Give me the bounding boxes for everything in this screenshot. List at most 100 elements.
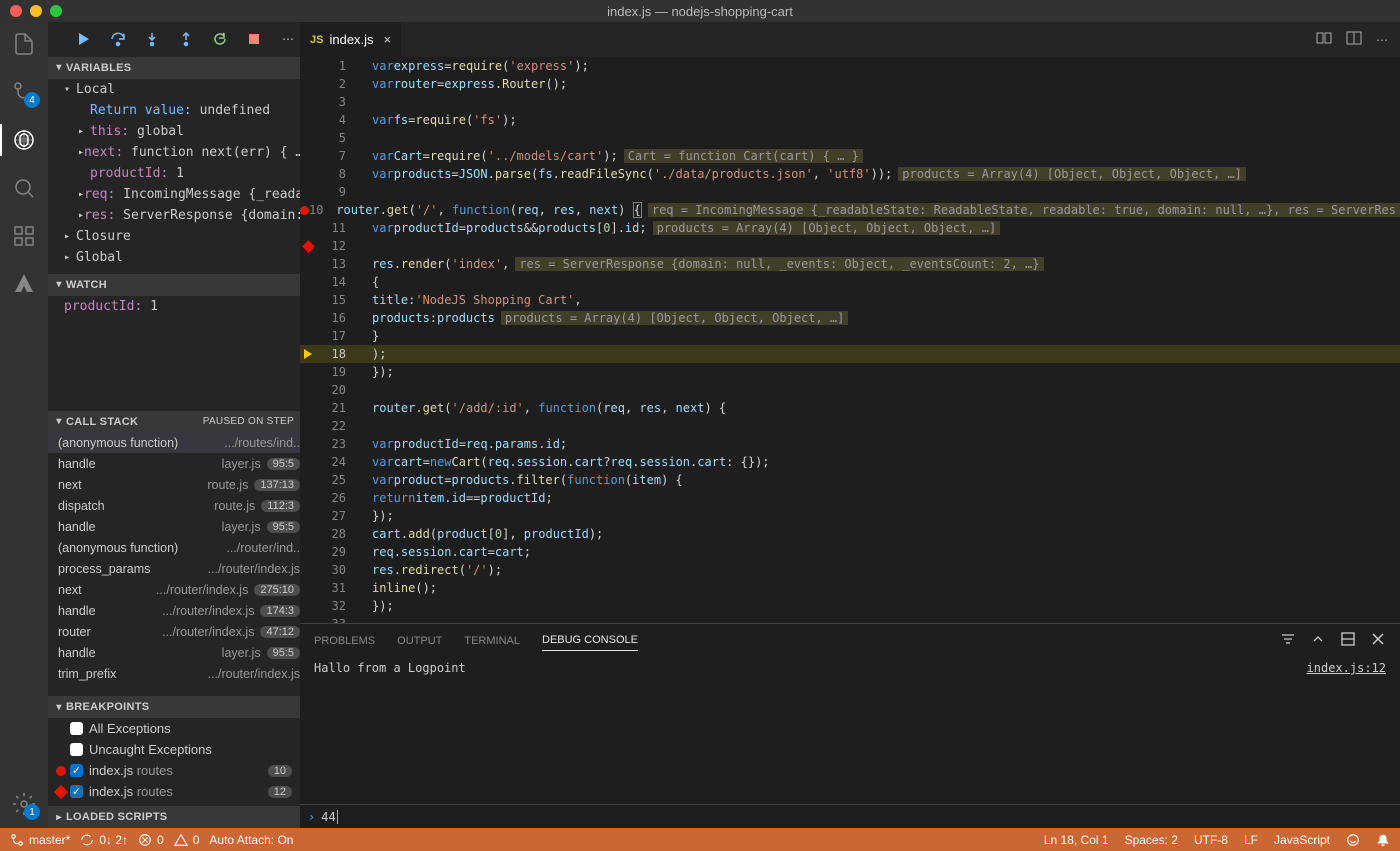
callstack-frame[interactable]: process_params.../router/index.js: [48, 558, 300, 579]
step-into-icon[interactable]: [144, 31, 160, 47]
search-icon[interactable]: [10, 174, 38, 202]
callstack-frame[interactable]: dispatchroute.js112:3: [48, 495, 300, 516]
logpoint-icon: [54, 785, 68, 799]
feedback-icon[interactable]: [1346, 833, 1360, 847]
minimize-window[interactable]: [30, 5, 42, 17]
tab-output[interactable]: Output: [397, 631, 442, 651]
activity-bar: 4 1: [0, 22, 48, 828]
loaded-scripts-header[interactable]: ▸Loaded Scripts: [48, 806, 300, 828]
language-status[interactable]: JavaScript: [1274, 833, 1330, 847]
callstack-title: Call Stack: [66, 416, 138, 428]
chevron-right-icon: ›: [308, 810, 315, 824]
scope-global[interactable]: ▸Global: [48, 247, 300, 268]
tab-label: index.js: [329, 32, 373, 47]
loaded-scripts-title: Loaded Scripts: [66, 811, 167, 823]
status-errors[interactable]: 0: [138, 833, 164, 847]
bell-icon[interactable]: [1376, 833, 1390, 847]
callstack-frame[interactable]: next.../router/index.js275:10: [48, 579, 300, 600]
editor-tabs: JSindex.js× ⋯: [300, 22, 1400, 57]
breakpoints-title: Breakpoints: [66, 701, 149, 713]
bp-uncaught-exceptions[interactable]: Uncaught Exceptions: [48, 739, 300, 760]
variables-header[interactable]: ▾Variables: [48, 57, 300, 79]
git-branch[interactable]: master*: [10, 833, 70, 847]
var-req[interactable]: ▸req: IncomingMessage {_readableSt…: [48, 184, 300, 205]
extensions-icon[interactable]: [10, 222, 38, 250]
scope-closure[interactable]: ▸Closure: [48, 226, 300, 247]
scm-badge: 4: [24, 92, 40, 108]
debug-toolbar: ⋯: [48, 22, 300, 57]
watch-title: Watch: [66, 279, 107, 291]
step-out-icon[interactable]: [178, 31, 194, 47]
filter-icon[interactable]: [1280, 631, 1296, 650]
callstack-frame[interactable]: router.../router/index.js47:12: [48, 621, 300, 642]
debug-repl[interactable]: › 44: [300, 804, 1400, 828]
explorer-icon[interactable]: [10, 30, 38, 58]
close-window[interactable]: [10, 5, 22, 17]
close-icon[interactable]: ×: [384, 32, 392, 47]
callstack-frame[interactable]: handlelayer.js95:5: [48, 453, 300, 474]
step-over-icon[interactable]: [110, 31, 126, 47]
more-icon[interactable]: ⋯: [280, 31, 296, 47]
stop-icon[interactable]: [246, 31, 262, 47]
repl-input[interactable]: 44: [321, 810, 335, 824]
var-this[interactable]: ▸this: global: [48, 121, 300, 142]
var-next[interactable]: ▸next: function next(err) { … }: [48, 142, 300, 163]
tab-problems[interactable]: Problems: [314, 631, 375, 651]
code-area[interactable]: 1var express = require('express');2var r…: [300, 57, 1400, 623]
encoding-status[interactable]: UTF-8: [1194, 833, 1228, 847]
callstack-frame[interactable]: nextroute.js137:13: [48, 474, 300, 495]
checkbox-icon[interactable]: [70, 743, 83, 756]
checkbox-icon[interactable]: ✓: [70, 764, 83, 777]
tab-debug-console[interactable]: Debug Console: [542, 630, 638, 651]
callstack-header[interactable]: ▾Call StackPaused on step: [48, 411, 300, 433]
compare-icon[interactable]: [1316, 30, 1332, 49]
cursor-position[interactable]: Ln 18, Col 1: [1044, 833, 1109, 847]
breakpoint-icon: [56, 766, 66, 776]
maximize-panel-icon[interactable]: [1340, 631, 1356, 650]
checkbox-icon[interactable]: ✓: [70, 785, 83, 798]
callstack-frame[interactable]: handlelayer.js95:5: [48, 516, 300, 537]
watch-header[interactable]: ▾Watch: [48, 274, 300, 296]
indent-status[interactable]: Spaces: 2: [1125, 833, 1178, 847]
callstack-frame[interactable]: (anonymous function).../router/ind..: [48, 537, 300, 558]
collapse-icon[interactable]: [1310, 631, 1326, 650]
bp-all-exceptions[interactable]: All Exceptions: [48, 718, 300, 739]
azure-icon[interactable]: [10, 270, 38, 298]
callstack-list: (anonymous function).../routes/ind..hand…: [48, 432, 300, 696]
bp-item[interactable]: ✓index.js routes12: [48, 781, 300, 802]
callstack-status: Paused on step: [203, 416, 300, 427]
git-sync[interactable]: 0↓ 2↑: [80, 833, 128, 847]
tab-terminal[interactable]: Terminal: [464, 631, 520, 651]
eol-status[interactable]: LF: [1244, 833, 1258, 847]
settings-badge: 1: [24, 804, 40, 820]
split-icon[interactable]: [1346, 30, 1362, 49]
more-icon[interactable]: ⋯: [1376, 33, 1388, 47]
maximize-window[interactable]: [50, 5, 62, 17]
bp-item[interactable]: ✓index.js routes10: [48, 760, 300, 781]
tab-indexjs[interactable]: JSindex.js×: [300, 22, 402, 57]
continue-icon[interactable]: [76, 31, 92, 47]
var-return[interactable]: Return value: undefined: [48, 100, 300, 121]
auto-attach[interactable]: Auto Attach: On: [209, 833, 293, 847]
callstack-frame[interactable]: (anonymous function).../routes/ind..: [48, 432, 300, 453]
var-res[interactable]: ▸res: ServerResponse {domain: null…: [48, 205, 300, 226]
status-bar: master* 0↓ 2↑ 0 0 Auto Attach: On Ln 18,…: [0, 828, 1400, 851]
scope-local[interactable]: ▾Local: [48, 79, 300, 100]
scm-icon[interactable]: 4: [10, 78, 38, 106]
debug-icon[interactable]: [10, 126, 38, 154]
titlebar: index.js — nodejs-shopping-cart: [0, 0, 1400, 22]
checkbox-icon[interactable]: [70, 722, 83, 735]
watch-item[interactable]: productId: 1: [48, 296, 300, 317]
close-panel-icon[interactable]: [1370, 631, 1386, 650]
console-source-link[interactable]: index.js:12: [1307, 661, 1386, 800]
breakpoints-header[interactable]: ▾Breakpoints: [48, 696, 300, 718]
callstack-frame[interactable]: trim_prefix.../router/index.js: [48, 663, 300, 684]
restart-icon[interactable]: [212, 31, 228, 47]
console-line: Hallo from a Logpoint: [314, 661, 466, 800]
var-productid[interactable]: productId: 1: [48, 163, 300, 184]
status-warnings[interactable]: 0: [174, 833, 200, 847]
callstack-frame[interactable]: handlelayer.js95:5: [48, 642, 300, 663]
console-output[interactable]: Hallo from a Logpoint index.js:12: [300, 657, 1400, 804]
callstack-frame[interactable]: handle.../router/index.js174:3: [48, 600, 300, 621]
settings-icon[interactable]: 1: [10, 790, 38, 818]
